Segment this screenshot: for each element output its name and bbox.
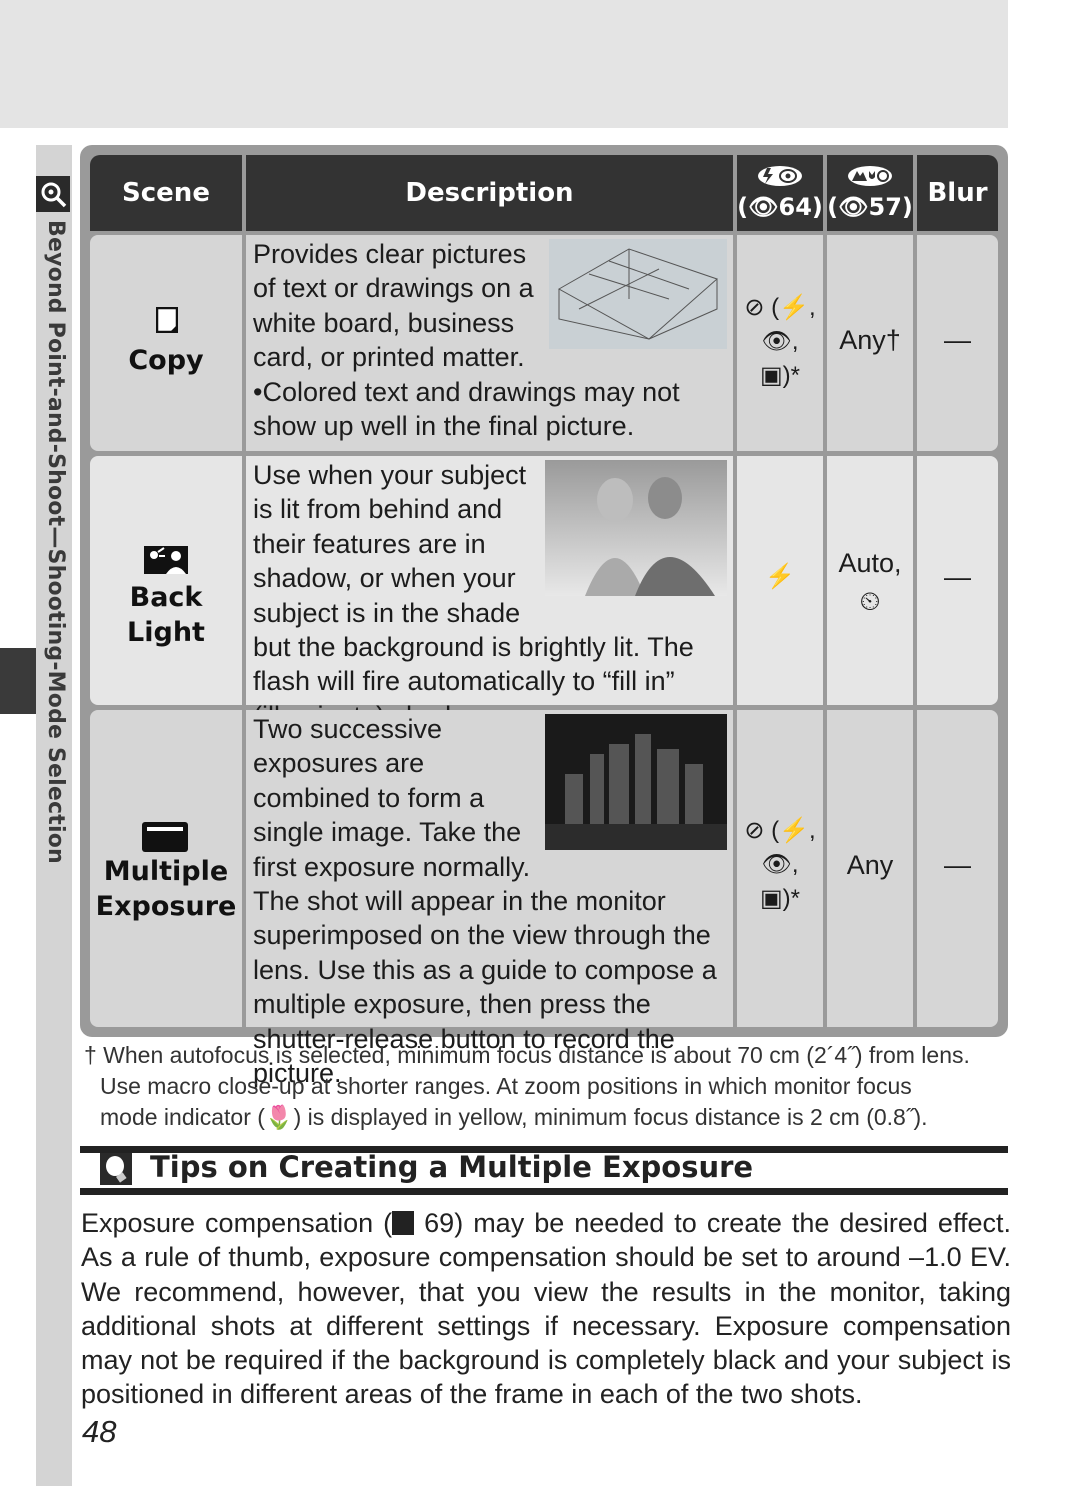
focus-page-ref: (👁57) (827, 193, 913, 221)
table-row-backlight-flash: ⚡ (737, 456, 823, 705)
table-row-backlight-scene: Back Light (90, 456, 242, 705)
divider (80, 1188, 1008, 1195)
table-row-backlight-blur: — (917, 456, 998, 705)
header-description: Description (246, 155, 733, 231)
table-row-copy-focus: Any† (827, 235, 913, 451)
page-ref-number: 69 (424, 1208, 455, 1238)
table-row-multiexposure-blur: — (917, 710, 998, 1027)
page-number: 48 (82, 1414, 117, 1449)
scene-name: Copy (128, 345, 204, 376)
table-row-multiexposure-focus: Any (827, 710, 913, 1027)
scene-name: Multiple Exposure (95, 856, 237, 922)
tips-body: Exposure compensation ( 69) may be neede… (81, 1208, 1011, 1410)
building-diagram-image (549, 239, 727, 349)
back-light-scene-icon (144, 546, 188, 578)
scene-mode-table: Scene Description (👁64) (👁57) Blur Copy … (80, 145, 1008, 1088)
flash-redeye-icon (757, 165, 803, 193)
magnifier-section-icon (36, 176, 70, 212)
table-row-multiexposure-flash: ⊘ (⚡, 👁, ▣)* (737, 710, 823, 1027)
red-eye-icon: 👁, (761, 851, 799, 878)
header-blur: Blur (917, 155, 998, 231)
page-header-band (0, 0, 1008, 128)
focus-value: Any (846, 850, 894, 880)
header-focus-mode: (👁57) (827, 155, 913, 231)
night-portrait-icon: ▣)* (759, 362, 800, 389)
table-row-copy-scene: Copy (90, 235, 242, 451)
description-note: •Colored text and drawings may not show … (253, 376, 680, 442)
flash-off-icon: ⊘ (⚡, (744, 294, 816, 321)
self-timer-icon: ⏲ (859, 586, 881, 616)
blur-value: — (944, 562, 971, 592)
description-text: Provides clear pictures of text or drawi… (253, 239, 534, 373)
focus-value: Auto, (838, 548, 902, 578)
night-portrait-icon: ▣)* (759, 885, 800, 912)
tips-lightbulb-icon (100, 1153, 132, 1185)
table-row-copy-blur: — (917, 235, 998, 451)
macro-tulip-icon: 🌷 (264, 1104, 294, 1130)
header-flash-mode: (👁64) (737, 155, 823, 231)
multiple-exposure-scene-icon (142, 822, 188, 856)
header-scene: Scene (90, 155, 242, 231)
red-eye-icon: 👁, (761, 328, 799, 355)
flash-auto-icon: ⚡ (765, 563, 795, 590)
tips-heading: Tips on Creating a Multiple Exposure (150, 1150, 754, 1184)
focus-mode-icon (847, 165, 893, 193)
footnote: † When autofocus is selected, minimum fo… (84, 1040, 1014, 1133)
footnote-line: Use macro close-up at shorter ranges. At… (100, 1073, 912, 1099)
couple-portrait-image (545, 460, 727, 596)
section-title: Beyond Point-and-Shoot—Shooting-Mode Sel… (43, 220, 68, 864)
focus-value: Any† (839, 325, 901, 355)
table-row-multiexposure-scene: Multiple Exposure (90, 710, 242, 1027)
table-row-copy-flash: ⊘ (⚡, 👁, ▣)* (737, 235, 823, 451)
section-tab-marker (0, 648, 36, 714)
table-row-backlight-description: Use when your subject is lit from behind… (246, 456, 733, 731)
table-row-copy-description: Provides clear pictures of text or drawi… (246, 235, 733, 451)
table-row-backlight-focus: Auto, ⏲ (827, 456, 913, 705)
footnote-line: mode indicator (🌷) is displayed in yello… (100, 1104, 928, 1130)
blur-value: — (944, 325, 971, 355)
table-row-multiexposure-description: Two successive exposures are combined to… (246, 710, 733, 1088)
blur-value: — (944, 850, 971, 880)
flash-page-ref: (👁64) (737, 193, 823, 221)
scene-name: Back Light (127, 582, 205, 648)
night-city-image (545, 714, 727, 850)
flash-off-icon: ⊘ (⚡, (744, 817, 816, 844)
copy-scene-icon (155, 306, 179, 337)
footnote-line: † When autofocus is selected, minimum fo… (84, 1042, 970, 1068)
page-ref-icon (392, 1211, 415, 1235)
